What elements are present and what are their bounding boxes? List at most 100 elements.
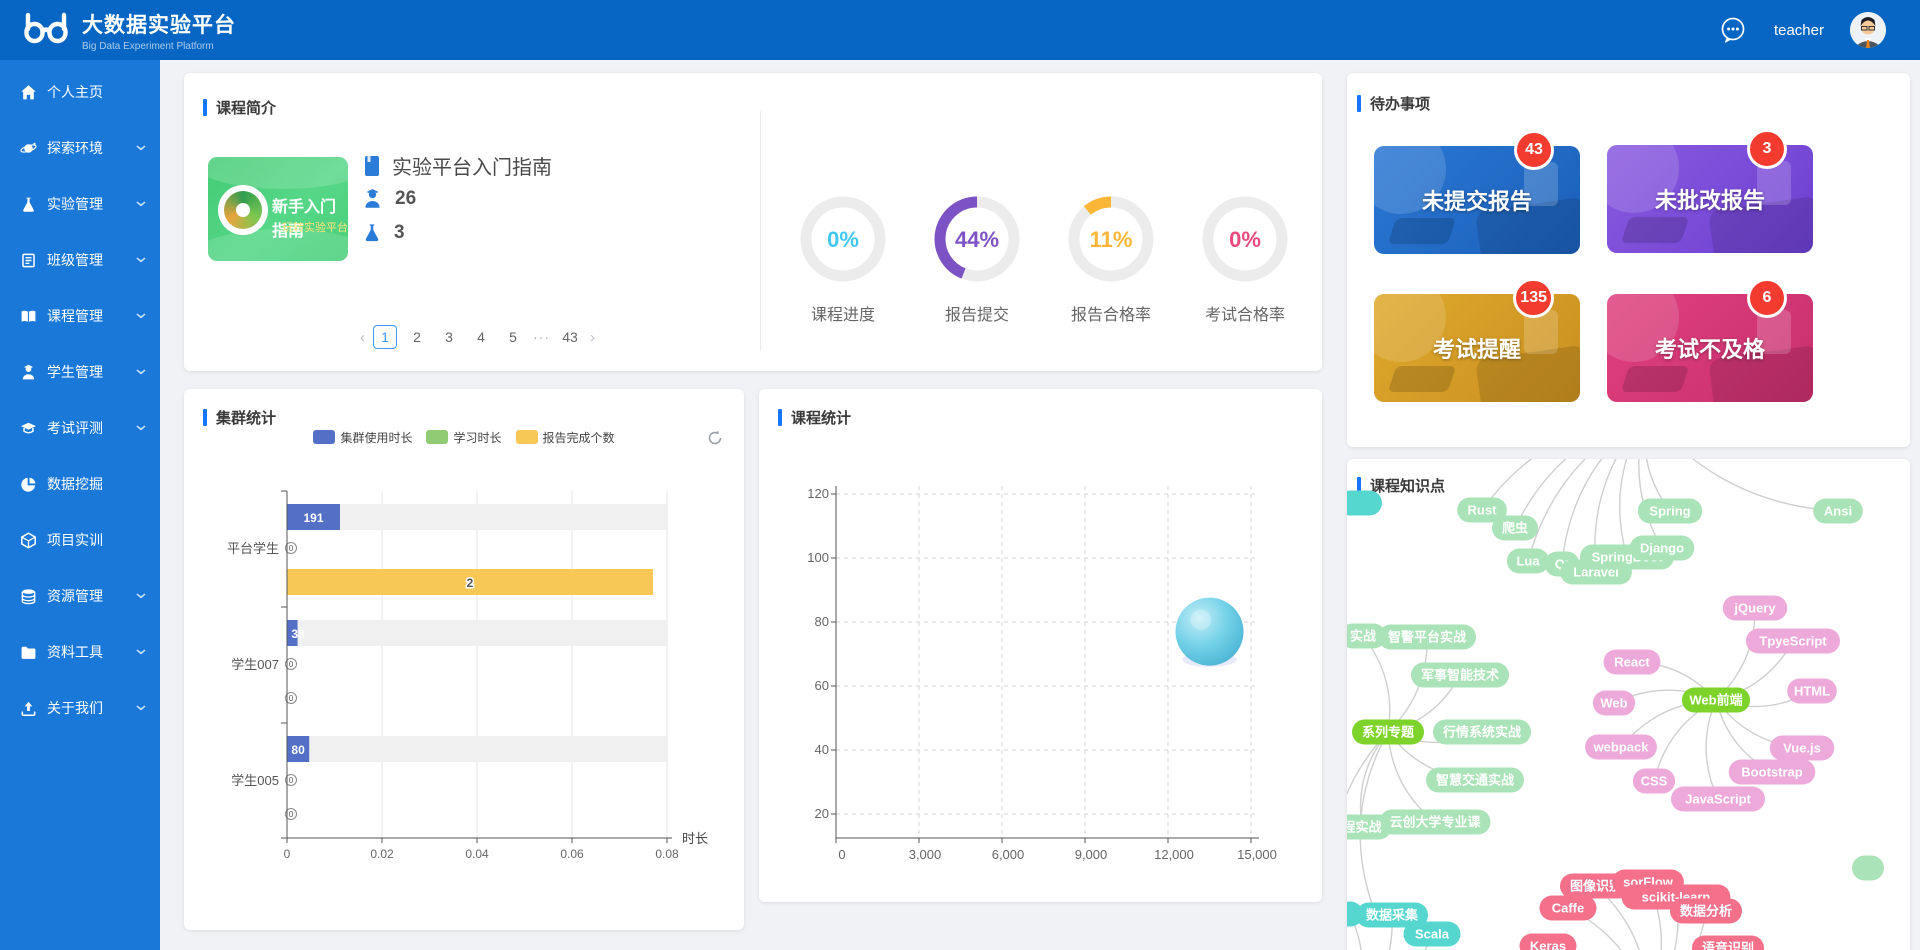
course-intro-card: 课程简介 新手入门指南 玩转实验平台 实验平台入门指南 26 3 <box>184 73 1322 371</box>
svg-text:80: 80 <box>815 614 829 629</box>
app-title: 大数据实验平台 <box>82 9 236 39</box>
sidebar-item-资源管理[interactable]: 资源管理 <box>0 568 160 624</box>
legend-item-报告完成个数[interactable]: 报告完成个数 <box>516 429 615 446</box>
todo-card-未提交报告[interactable]: 未提交报告43 <box>1374 146 1580 254</box>
app-logo[interactable]: 大数据实验平台 Big Data Experiment Platform <box>22 9 236 52</box>
svg-text:12,000: 12,000 <box>1154 847 1194 862</box>
svg-text:Django: Django <box>1640 541 1684 556</box>
avatar[interactable] <box>1850 12 1886 48</box>
pagination: ‹ 12345 ··· 43 › <box>360 325 610 349</box>
upload-icon <box>20 700 37 717</box>
todo-card-未批改报告[interactable]: 未批改报告3 <box>1607 145 1813 253</box>
sidebar-item-label: 实验管理 <box>47 194 136 214</box>
svg-text:jQuery: jQuery <box>1733 601 1776 616</box>
svg-text:80: 80 <box>291 743 305 757</box>
username[interactable]: teacher <box>1774 22 1824 39</box>
svg-text:语音识别: 语音识别 <box>1702 941 1754 950</box>
sidebar-item-实验管理[interactable]: 实验管理 <box>0 176 160 232</box>
legend-item-学习时长[interactable]: 学习时长 <box>426 429 501 446</box>
svg-text:38: 38 <box>291 627 305 641</box>
svg-text:15,000: 15,000 <box>1237 847 1277 862</box>
svg-text:100: 100 <box>807 550 829 565</box>
page-button-3[interactable]: 3 <box>437 325 461 349</box>
message-icon[interactable] <box>1718 15 1748 46</box>
page-next-button[interactable]: › <box>590 329 595 346</box>
bubble-point[interactable] <box>1176 598 1244 666</box>
cluster-stats-card: 集群统计 集群使用时长学习时长报告完成个数 平台学生19102学生0073800… <box>184 389 744 930</box>
svg-text:0: 0 <box>289 660 294 669</box>
page-button-5[interactable]: 5 <box>501 325 525 349</box>
svg-text:Scala: Scala <box>1415 927 1450 942</box>
svg-text:0%: 0% <box>1229 227 1261 252</box>
svg-text:Bootstrap: Bootstrap <box>1741 765 1802 780</box>
chart-legend: 集群使用时长学习时长报告完成个数 <box>184 429 744 446</box>
svg-text:11%: 11% <box>1090 227 1133 252</box>
svg-text:0.04: 0.04 <box>465 847 489 861</box>
svg-text:平台学生: 平台学生 <box>227 541 279 556</box>
divider <box>760 111 761 351</box>
chevron-down-icon <box>136 257 146 263</box>
knowledge-card: 课程知识点 Rust爬虫LuaQtLaravelSpringBootDjango… <box>1347 459 1910 950</box>
knowledge-node-cut[interactable] <box>1852 856 1884 881</box>
svg-text:120: 120 <box>807 486 829 501</box>
svg-text:HTML: HTML <box>1794 684 1830 699</box>
sidebar-item-课程管理[interactable]: 课程管理 <box>0 288 160 344</box>
svg-text:Vue.js: Vue.js <box>1783 741 1821 756</box>
svg-text:数据分析: 数据分析 <box>1680 904 1732 919</box>
page-button-2[interactable]: 2 <box>405 325 429 349</box>
course-bubble-chart: 1201008060402003,0006,0009,00012,00015,0… <box>759 389 1322 902</box>
sidebar-item-资料工具[interactable]: 资料工具 <box>0 624 160 680</box>
sidebar-item-探索环境[interactable]: 探索环境 <box>0 120 160 176</box>
sidebar-item-考试评测[interactable]: 考试评测 <box>0 400 160 456</box>
sidebar-item-label: 关于我们 <box>47 698 136 718</box>
cube-icon <box>20 532 37 549</box>
refresh-icon[interactable] <box>706 429 724 447</box>
course-book-icon <box>364 155 380 177</box>
chevron-down-icon <box>136 201 146 207</box>
svg-text:TpyeScript: TpyeScript <box>1759 634 1827 649</box>
sidebar-item-班级管理[interactable]: 班级管理 <box>0 232 160 288</box>
sidebar-item-关于我们[interactable]: 关于我们 <box>0 680 160 736</box>
sidebar-item-个人主页[interactable]: 个人主页 <box>0 64 160 120</box>
page-button-43[interactable]: 43 <box>558 325 582 349</box>
course-cover[interactable]: 新手入门指南 玩转实验平台 <box>208 157 348 261</box>
todo-card-考试提醒[interactable]: 考试提醒135 <box>1374 294 1580 402</box>
todo-card-考试不及格[interactable]: 考试不及格6 <box>1607 294 1813 402</box>
sidebar-item-项目实训[interactable]: 项目实训 <box>0 512 160 568</box>
svg-text:CSS: CSS <box>1641 774 1668 789</box>
page-button-1[interactable]: 1 <box>373 325 397 349</box>
svg-text:0: 0 <box>289 776 294 785</box>
legend-item-集群使用时长[interactable]: 集群使用时长 <box>313 429 412 446</box>
sidebar-item-学生管理[interactable]: 学生管理 <box>0 344 160 400</box>
sidebar-item-label: 班级管理 <box>47 250 136 270</box>
chevron-down-icon <box>136 313 146 319</box>
donut-报告合格率: 11%报告合格率 <box>1051 193 1171 325</box>
svg-text:60: 60 <box>815 678 829 693</box>
svg-text:0.08: 0.08 <box>655 847 679 861</box>
svg-text:2: 2 <box>467 576 474 590</box>
donut-label: 报告提交 <box>945 301 1009 325</box>
svg-text:0: 0 <box>838 847 845 862</box>
page-prev-button[interactable]: ‹ <box>360 329 365 346</box>
section-accent-bar <box>203 99 207 116</box>
logo-glasses-icon <box>22 11 70 49</box>
chevron-down-icon <box>136 705 146 711</box>
svg-text:实战: 实战 <box>1350 629 1376 644</box>
svg-text:0: 0 <box>289 544 294 553</box>
sidebar-item-label: 资源管理 <box>47 586 136 606</box>
folder-icon <box>20 644 37 661</box>
chevron-down-icon <box>136 649 146 655</box>
svg-text:20: 20 <box>815 806 829 821</box>
svg-text:军事智能技术: 军事智能技术 <box>1421 668 1499 683</box>
database-icon <box>20 588 37 605</box>
sidebar-item-label: 项目实训 <box>47 530 146 550</box>
knowledge-node-cut[interactable] <box>1347 491 1382 516</box>
donut-charts: 0%课程进度44%报告提交11%报告合格率0%考试合格率 <box>776 193 1312 325</box>
svg-text:Spring: Spring <box>1649 504 1690 519</box>
svg-text:智慧交通实战: 智慧交通实战 <box>1436 773 1514 788</box>
svg-text:40: 40 <box>815 742 829 757</box>
page-button-4[interactable]: 4 <box>469 325 493 349</box>
cover-line2: 玩转实验平台 <box>282 219 348 235</box>
page-ellipsis[interactable]: ··· <box>533 329 550 345</box>
sidebar-item-数据挖掘[interactable]: 数据挖掘 <box>0 456 160 512</box>
